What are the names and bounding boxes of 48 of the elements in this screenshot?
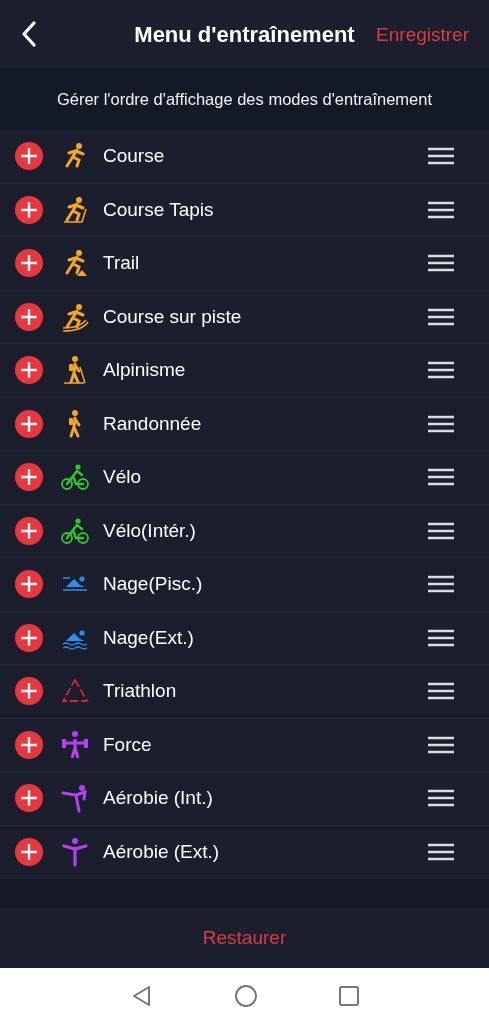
add-icon[interactable] bbox=[14, 622, 44, 653]
mode-label: Aérobie (Ext.) bbox=[103, 840, 221, 863]
mode-label: Nage(Pisc.) bbox=[103, 573, 204, 596]
mode-label: Course bbox=[103, 145, 166, 168]
mode-label: Trail bbox=[103, 252, 141, 275]
add-icon[interactable] bbox=[14, 194, 44, 225]
add-icon[interactable] bbox=[14, 836, 44, 867]
mode-label: Force bbox=[103, 733, 153, 756]
drag-handle-icon[interactable] bbox=[427, 735, 455, 754]
drag-handle-icon[interactable] bbox=[427, 682, 455, 701]
add-icon[interactable] bbox=[14, 408, 44, 439]
mode-label: Alpinisme bbox=[103, 359, 187, 382]
add-icon[interactable] bbox=[14, 515, 44, 546]
screen-title: Menu d'entraînement bbox=[134, 22, 355, 48]
subtitle-text: Gérer l'ordre d'affichage des modes d'entraînement bbox=[56, 89, 433, 109]
mode-label: Nage(Ext.) bbox=[103, 626, 195, 649]
drag-handle-icon[interactable] bbox=[427, 414, 455, 433]
mode-label: Vélo bbox=[103, 466, 143, 489]
add-icon[interactable] bbox=[14, 729, 44, 760]
drag-handle-icon[interactable] bbox=[427, 361, 455, 380]
drag-handle-icon[interactable] bbox=[427, 200, 455, 219]
drag-handle-icon[interactable] bbox=[427, 307, 455, 326]
drag-handle-icon[interactable] bbox=[427, 254, 455, 273]
mode-label: Course Tapis bbox=[103, 198, 215, 221]
mode-label: Triathlon bbox=[103, 680, 178, 703]
add-icon[interactable] bbox=[14, 141, 44, 172]
mode-label: Randonnée bbox=[103, 412, 203, 435]
mode-label: Aérobie (Int.) bbox=[103, 787, 214, 810]
drag-handle-icon[interactable] bbox=[427, 468, 455, 487]
drag-handle-icon[interactable] bbox=[427, 521, 455, 540]
home-nav-icon[interactable] bbox=[233, 984, 258, 1008]
add-icon[interactable] bbox=[14, 301, 44, 332]
add-icon[interactable] bbox=[14, 248, 44, 279]
mode-label: Course sur piste bbox=[103, 305, 243, 328]
add-icon[interactable] bbox=[14, 355, 44, 386]
recents-nav-icon[interactable] bbox=[337, 985, 360, 1007]
mode-label: Vélo(Intér.) bbox=[103, 519, 197, 542]
add-icon[interactable] bbox=[14, 783, 44, 814]
add-icon[interactable] bbox=[14, 569, 44, 600]
drag-handle-icon[interactable] bbox=[427, 147, 455, 166]
save-button[interactable]: Enregistrer bbox=[376, 24, 469, 46]
restore-button[interactable]: Restaurer bbox=[190, 921, 299, 955]
add-icon[interactable] bbox=[14, 676, 44, 707]
drag-handle-icon[interactable] bbox=[427, 575, 455, 594]
add-icon[interactable] bbox=[14, 462, 44, 493]
drag-handle-icon[interactable] bbox=[427, 789, 455, 808]
drag-handle-icon[interactable] bbox=[427, 628, 455, 647]
drag-handle-icon[interactable] bbox=[427, 842, 455, 861]
